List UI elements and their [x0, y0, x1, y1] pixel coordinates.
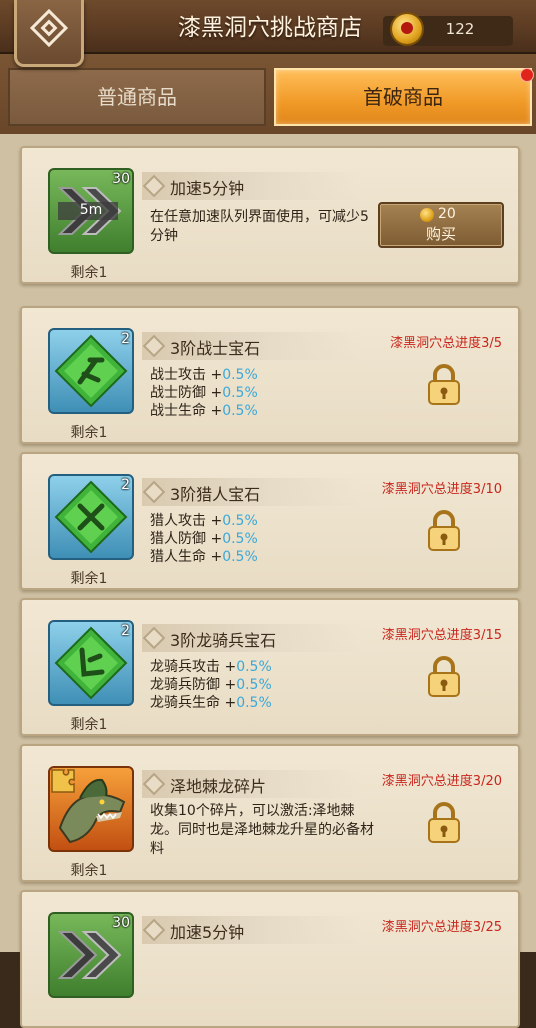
item-name: 3阶龙骑兵宝石 — [170, 631, 277, 650]
shop-item: 30 加速5分钟 漆黑洞穴总进度3/25 — [20, 890, 520, 1028]
page-title: 漆黑洞穴挑战商店 — [178, 15, 362, 41]
unlock-progress: 漆黑洞穴总进度3/5 — [390, 336, 502, 351]
buy-price: 20 — [438, 206, 456, 222]
unlock-progress: 漆黑洞穴总进度3/10 — [381, 482, 502, 497]
shop-item: 5m 30 剩余1 加速5分钟 在任意加速队列界面使用，可减少5分钟 20 购买 — [20, 146, 520, 284]
remaining-stock: 剩余1 — [70, 571, 108, 587]
gold-coin-icon — [420, 208, 434, 222]
warrior-gem-icon: 2 — [48, 328, 134, 414]
item-description: 收集10个碎片，可以激活:泽地棘龙。同时也是泽地棘龙升星的必备材料 — [150, 803, 374, 857]
puzzle-piece-icon — [51, 769, 75, 793]
item-name: 泽地棘龙碎片 — [170, 777, 267, 796]
shop-item: 2 剩余1 3阶猎人宝石 漆黑洞穴总进度3/10 猎人攻击 +0.5% 猎人防御… — [20, 452, 520, 590]
unlock-progress: 漆黑洞穴总进度3/15 — [381, 628, 502, 643]
lock-icon — [428, 364, 460, 405]
shop-item: 剩余1 泽地棘龙碎片 漆黑洞穴总进度3/20 收集10个碎片，可以激活:泽地棘龙… — [20, 744, 520, 882]
stat-line: 龙骑兵攻击 +0.5% — [150, 659, 272, 675]
speedup-5m-icon: 30 — [48, 912, 134, 998]
speedup-5m-icon: 5m 30 — [48, 168, 134, 254]
item-count: 2 — [121, 623, 130, 639]
remaining-stock: 剩余1 — [70, 717, 108, 733]
stat-line: 战士攻击 +0.5% — [150, 367, 258, 383]
item-count: 2 — [121, 331, 130, 347]
lock-icon — [428, 802, 460, 843]
hunter-gem-icon: 2 — [48, 474, 134, 560]
tab-bar: 普通商品 首破商品 — [0, 54, 536, 134]
buy-label: 购买 — [425, 225, 456, 243]
unlock-progress: 漆黑洞穴总进度3/25 — [381, 920, 502, 935]
item-count: 2 — [121, 477, 130, 493]
remaining-stock: 剩余1 — [70, 265, 108, 281]
lock-icon — [428, 656, 460, 697]
back-diamond-icon — [29, 8, 69, 48]
shop-list[interactable]: 5m 30 剩余1 加速5分钟 在任意加速队列界面使用，可减少5分钟 20 购买… — [0, 134, 536, 1028]
stat-line: 龙骑兵生命 +0.5% — [150, 695, 272, 711]
item-name: 加速5分钟 — [170, 923, 245, 942]
stat-line: 猎人生命 +0.5% — [150, 549, 258, 565]
back-button[interactable] — [14, 0, 84, 67]
shop-item: 2 剩余1 3阶龙骑兵宝石 漆黑洞穴总进度3/15 龙骑兵攻击 +0.5% 龙骑… — [20, 598, 520, 736]
item-name: 3阶战士宝石 — [170, 339, 261, 358]
buy-button[interactable]: 20 购买 — [378, 202, 504, 248]
tab-normal-goods[interactable]: 普通商品 — [8, 68, 266, 126]
lock-icon — [428, 510, 460, 551]
stat-line: 猎人防御 +0.5% — [150, 531, 258, 547]
dragoon-gem-icon: 2 — [48, 620, 134, 706]
stat-line: 龙骑兵防御 +0.5% — [150, 677, 272, 693]
spinosaurus-fragment-icon — [48, 766, 134, 852]
unlock-progress: 漆黑洞穴总进度3/20 — [381, 774, 502, 789]
gold-coin-icon — [392, 14, 422, 44]
tab-first-clear-goods[interactable]: 首破商品 — [274, 68, 532, 126]
stat-line: 战士防御 +0.5% — [150, 385, 258, 401]
remaining-stock: 剩余1 — [70, 863, 108, 879]
item-count: 30 — [112, 171, 130, 187]
item-name: 加速5分钟 — [170, 179, 245, 198]
shop-item: 2 剩余1 3阶战士宝石 漆黑洞穴总进度3/5 战士攻击 +0.5% 战士防御 … — [20, 306, 520, 444]
notification-dot — [520, 68, 534, 82]
remaining-stock: 剩余1 — [70, 425, 108, 441]
item-count: 30 — [112, 915, 130, 931]
item-description: 在任意加速队列界面使用，可减少5分钟 — [150, 209, 369, 244]
currency-amount: 122 — [445, 20, 475, 38]
item-name: 3阶猎人宝石 — [170, 485, 261, 504]
stat-line: 战士生命 +0.5% — [150, 403, 258, 419]
stat-line: 猎人攻击 +0.5% — [150, 513, 258, 529]
speedup-label: 5m — [79, 202, 103, 218]
